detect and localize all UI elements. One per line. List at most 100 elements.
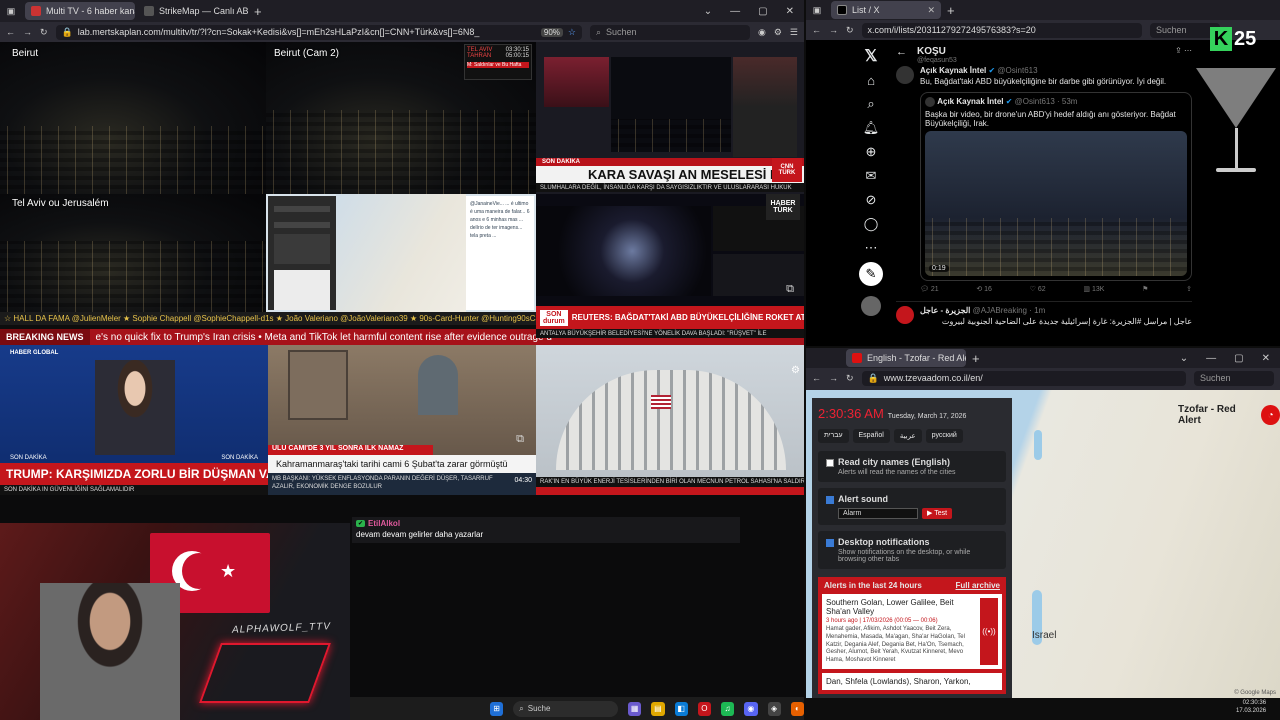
minimize-icon[interactable]: — bbox=[730, 6, 740, 17]
tweet-video[interactable]: 0:19 bbox=[925, 131, 1187, 276]
cnn-turk-feed[interactable]: SON DAKİKA KARA SAVAŞI AN MESELESİ Mİ? C… bbox=[536, 42, 804, 194]
alert-sound-select[interactable]: Alarm bbox=[838, 508, 918, 519]
notifications-icon[interactable]: 🔔︎ bbox=[861, 118, 881, 138]
tab-strikemap[interactable]: StrikeMap — Canlı ABD/İsrail İr ✕ bbox=[138, 2, 248, 20]
forward-icon[interactable]: → bbox=[829, 373, 838, 383]
reply-button[interactable]: 💬︎ 21 bbox=[920, 285, 939, 293]
aljazeera-avatar[interactable] bbox=[896, 306, 914, 324]
settings-gear-icon[interactable]: ⚙ bbox=[791, 365, 800, 376]
back-arrow-icon[interactable]: ← bbox=[896, 46, 907, 58]
new-tab-icon[interactable]: + bbox=[941, 3, 961, 18]
read-city-checkbox[interactable] bbox=[826, 458, 834, 467]
bookmark-star-icon[interactable]: ☆ bbox=[568, 27, 576, 38]
forward-icon[interactable]: → bbox=[23, 27, 32, 37]
lang-spanish-button[interactable]: Español bbox=[852, 429, 890, 443]
alert-sound-panel[interactable]: Alert sound Alarm ▶ Test bbox=[818, 488, 1006, 525]
like-button[interactable]: ♡ 62 bbox=[1030, 285, 1046, 293]
pip-icon[interactable]: ⧉ bbox=[786, 283, 794, 296]
beirut-camera[interactable]: Beirut bbox=[0, 42, 266, 194]
firefox-icon[interactable]: ◐ bbox=[790, 701, 804, 716]
tweet-author[interactable]: الجزيرة - عاجل bbox=[920, 306, 970, 315]
close-tab-icon[interactable]: ✕ bbox=[927, 5, 935, 16]
test-sound-button[interactable]: ▶ Test bbox=[922, 508, 953, 519]
app-icon[interactable]: ◈ bbox=[767, 701, 781, 716]
tweet-author[interactable]: Açık Kaynak İntel bbox=[920, 66, 986, 75]
beirut-cam2-camera[interactable]: Beirut (Cam 2) TEL AVIV 03:30:15 TAHRAN 05… bbox=[266, 42, 536, 194]
chat-username[interactable]: EtilAlkol bbox=[368, 519, 400, 528]
close-window-icon[interactable]: ✕ bbox=[786, 6, 794, 17]
post-button-icon[interactable]: ✎ bbox=[859, 262, 883, 286]
reload-icon[interactable]: ↻ bbox=[846, 25, 854, 36]
tweet-handle[interactable]: @AJABreaking · 1m bbox=[973, 306, 1046, 315]
search-icon[interactable]: ⌕ bbox=[861, 94, 881, 114]
strikemap-feed[interactable]: @JanaineVie... ... é ultimo é uma maneir… bbox=[266, 194, 536, 312]
avatar[interactable] bbox=[861, 296, 881, 316]
read-city-panel[interactable]: Read city names (English) Alerts will re… bbox=[818, 451, 1006, 482]
tab-multitv[interactable]: Multi TV - 6 haber kanalını ✕ bbox=[25, 2, 135, 20]
back-icon[interactable]: ← bbox=[812, 25, 821, 35]
full-archive-link[interactable]: Full archive bbox=[956, 581, 1000, 590]
messages-icon[interactable]: ✉ bbox=[861, 166, 881, 186]
quote-tweet[interactable]: Açık Kaynak İntel ✔ @Osint613 · 53m Başk… bbox=[920, 92, 1192, 281]
menu-icon[interactable]: ☰ bbox=[790, 27, 798, 38]
lang-arabic-button[interactable]: عربية bbox=[893, 429, 922, 443]
task-view-icon[interactable]: ▦ bbox=[628, 701, 642, 716]
x-logo-icon[interactable]: 𝕏 bbox=[861, 46, 881, 66]
new-tab-icon[interactable]: + bbox=[966, 351, 986, 366]
haberturk-feed[interactable]: HABER TÜRK ⧉ bbox=[536, 194, 804, 312]
desktop-notifications-panel[interactable]: Desktop notifications Show notifications… bbox=[818, 531, 1006, 569]
bookmark-icon[interactable]: ⚑ bbox=[1142, 285, 1148, 293]
repost-button[interactable]: ⟲ 16 bbox=[976, 285, 992, 293]
reload-icon[interactable]: ↻ bbox=[40, 27, 48, 38]
store-icon[interactable]: ◧ bbox=[674, 701, 688, 716]
tab-list-icon[interactable]: ▣ bbox=[806, 5, 828, 16]
desktop-notifications-checkbox[interactable] bbox=[826, 538, 834, 547]
tweet-handle[interactable]: @Osint613 bbox=[997, 66, 1037, 75]
alert-sound-checkbox[interactable] bbox=[826, 495, 834, 504]
ntv-feed[interactable]: ULU CAMİ'DE 3 YIL SONRA İLK NAMAZ Kahram… bbox=[268, 345, 536, 495]
grok-icon[interactable]: ⊘ bbox=[861, 190, 881, 210]
spotify-icon[interactable]: ♫ bbox=[721, 701, 735, 716]
follow-icon[interactable]: ⊕ bbox=[861, 142, 881, 162]
share-icon[interactable]: ⇪ bbox=[1186, 285, 1192, 293]
zoom-badge[interactable]: 90% bbox=[540, 27, 563, 37]
maximize-icon[interactable]: ▢ bbox=[1234, 353, 1243, 364]
url-bar[interactable]: 🔒 www.tzevaadom.co.il/en/ bbox=[861, 370, 1186, 386]
alert-card[interactable]: Southern Golan, Lower Galilee, Beit Sha'… bbox=[822, 594, 1002, 669]
capitol-feed[interactable]: ⚙ RAK'IN EN BÜYÜK ENERJİ TESİSLERİNDEN B… bbox=[536, 345, 804, 495]
discord-icon[interactable]: ◉ bbox=[744, 701, 758, 716]
opera-icon[interactable]: O bbox=[697, 701, 711, 716]
account-icon[interactable]: ◉ bbox=[758, 27, 766, 38]
alert-card[interactable]: Dan, Shfela (Lowlands), Sharon, Yarkon, bbox=[822, 672, 1002, 690]
windows-start-icon[interactable]: ⊞ bbox=[490, 701, 504, 716]
home-icon[interactable]: ⌂ bbox=[861, 70, 881, 90]
tweet[interactable]: الجزيرة - عاجل @AJABreaking · 1m عاجل | … bbox=[896, 301, 1192, 326]
chevron-down-icon[interactable]: ⌄ bbox=[1180, 353, 1188, 364]
minimize-icon[interactable]: — bbox=[1206, 353, 1216, 364]
back-icon[interactable]: ← bbox=[812, 373, 821, 383]
search-input[interactable]: Suchen bbox=[1194, 370, 1274, 386]
chevron-down-icon[interactable]: ⌄ bbox=[704, 6, 712, 17]
pip-icon[interactable]: ⧉ bbox=[516, 433, 524, 446]
close-window-icon[interactable]: ✕ bbox=[1262, 353, 1270, 364]
avatar[interactable] bbox=[896, 66, 914, 84]
strikemap-map[interactable] bbox=[336, 194, 466, 312]
search-input[interactable]: ⌕ Suchen bbox=[589, 24, 750, 40]
file-explorer-icon[interactable]: ▤ bbox=[651, 701, 665, 716]
telaviv-camera[interactable]: Tel Aviv ou Jerusalém bbox=[0, 194, 266, 312]
haber-global-feed[interactable]: HABER GLOBAL SON DAKİKA SON DAKİKA TRUMP… bbox=[0, 345, 268, 495]
more-icon[interactable]: ⋯ bbox=[861, 238, 881, 258]
tab-list-icon[interactable]: ▣ bbox=[0, 6, 22, 17]
url-bar[interactable]: 🔒 lab.mertskaplan.com/multitv/tr/?l?cn=S… bbox=[55, 24, 582, 40]
profile-icon[interactable]: ◯ bbox=[861, 214, 881, 234]
views-button[interactable]: ▥ 13K bbox=[1083, 285, 1104, 293]
maximize-icon[interactable]: ▢ bbox=[758, 6, 767, 17]
tweet[interactable]: Açık Kaynak İntel ✔ @Osint613 Bu, Bağdat… bbox=[896, 66, 1192, 293]
taskbar-search[interactable]: ⌕ Suche bbox=[513, 700, 618, 717]
lang-russian-button[interactable]: русский bbox=[925, 429, 963, 443]
back-icon[interactable]: ← bbox=[6, 27, 15, 37]
tab-x-list[interactable]: List / X ✕ bbox=[831, 1, 941, 19]
lang-hebrew-button[interactable]: עברית bbox=[818, 429, 849, 443]
share-icon[interactable]: ⇪ ⋯ bbox=[1175, 46, 1192, 55]
reload-icon[interactable]: ↻ bbox=[846, 373, 854, 384]
